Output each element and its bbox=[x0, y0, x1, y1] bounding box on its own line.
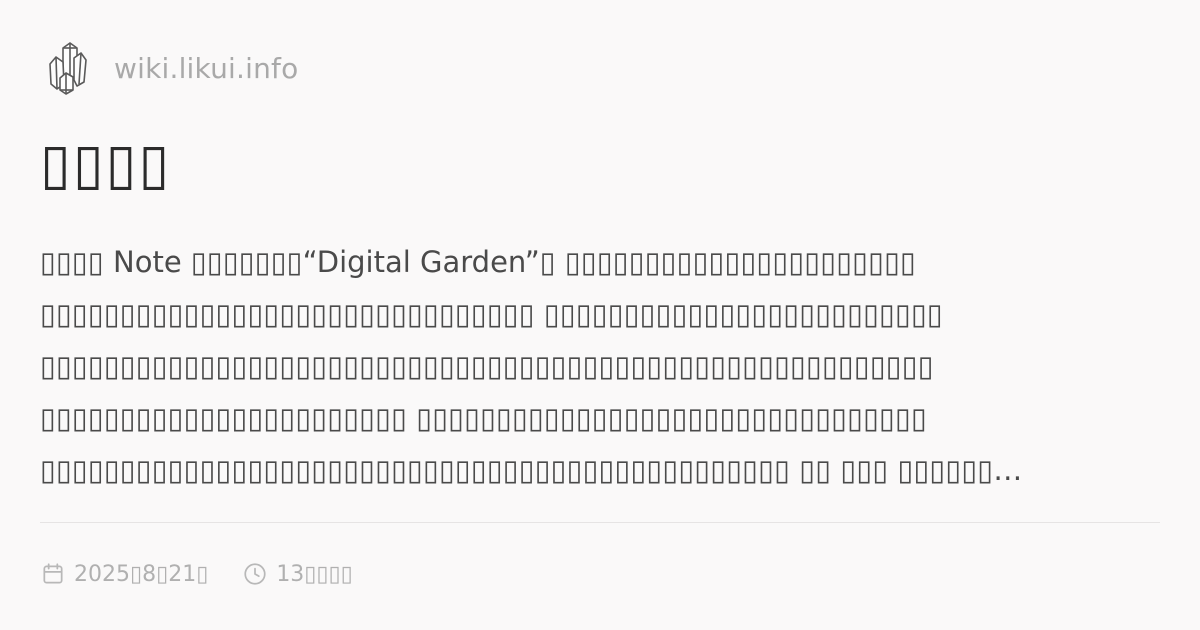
publish-date: 2025▯8▯21▯ bbox=[40, 561, 208, 587]
calendar-icon bbox=[43, 563, 63, 584]
excerpt-line: ▯▯▯▯▯▯▯▯▯▯▯▯▯▯▯▯▯▯▯▯▯▯▯▯▯▯▯▯▯▯▯▯▯▯▯▯▯▯▯▯… bbox=[40, 453, 1023, 487]
article-meta: 2025▯8▯21▯ 13▯▯▯▯ bbox=[40, 556, 353, 592]
reading-time-text: 13▯▯▯▯ bbox=[276, 561, 353, 587]
page-title: ▯▯▯▯ bbox=[40, 132, 172, 197]
crystal-cluster-icon bbox=[49, 42, 87, 95]
clock-icon bbox=[244, 563, 266, 585]
excerpt-line: ▯▯▯▯▯▯▯▯▯▯▯▯▯▯▯▯▯▯▯▯▯▯▯▯▯▯▯▯▯▯▯ ▯▯▯▯▯▯▯▯… bbox=[40, 297, 943, 331]
divider bbox=[40, 522, 1160, 523]
site-name[interactable]: wiki.likui.info bbox=[114, 52, 298, 85]
site-header[interactable]: wiki.likui.info bbox=[46, 40, 298, 96]
reading-time: 13▯▯▯▯ bbox=[242, 561, 353, 587]
excerpt-line: ▯▯▯▯▯▯▯▯▯▯▯▯▯▯▯▯▯▯▯▯▯▯▯ ▯▯▯▯▯▯▯▯▯▯▯▯▯▯▯▯… bbox=[40, 401, 927, 435]
article-excerpt: ▯▯▯▯ Note ▯▯▯▯▯▯▯“Digital Garden”▯ ▯▯▯▯▯… bbox=[40, 236, 1160, 548]
excerpt-line: ▯▯▯▯ Note ▯▯▯▯▯▯▯“Digital Garden”▯ ▯▯▯▯▯… bbox=[40, 245, 917, 279]
excerpt-line: ▯▯▯▯▯▯▯▯▯▯▯▯▯▯▯▯▯▯▯▯▯▯▯▯▯▯▯▯▯▯▯▯▯▯▯▯▯▯▯▯… bbox=[40, 349, 934, 383]
og-card: wiki.likui.info ▯▯▯▯ ▯▯▯▯ Note ▯▯▯▯▯▯▯“D… bbox=[40, 40, 1160, 600]
publish-date-text: 2025▯8▯21▯ bbox=[74, 561, 209, 587]
